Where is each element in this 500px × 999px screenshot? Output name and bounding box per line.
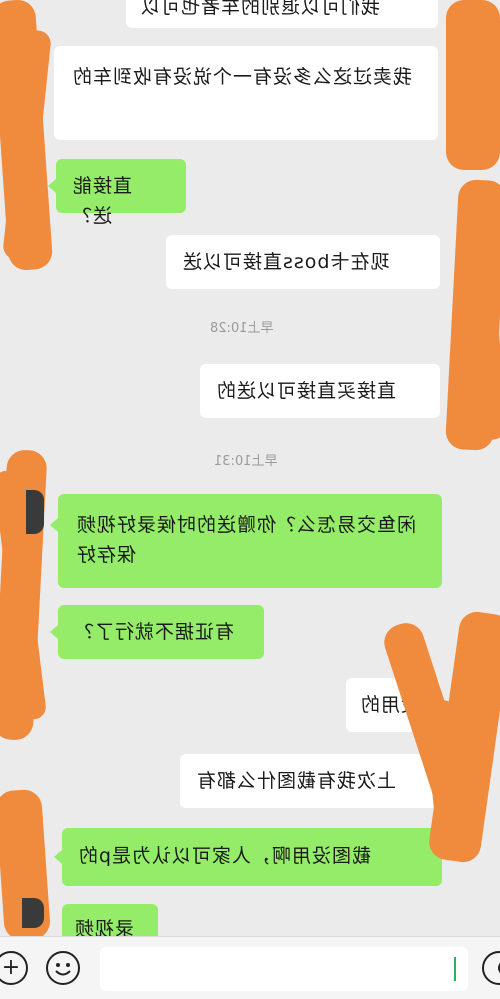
message-bubble: 我们可以退别的车者也可以 (126, 0, 438, 28)
avatar[interactable] (26, 490, 44, 534)
message-input[interactable] (100, 947, 468, 991)
avatar[interactable] (22, 898, 44, 928)
message-text: 闲鱼交易怎么？你赠送的时候录好视频保存好 (76, 514, 417, 566)
message-bubble: 截图没用啊，人家可以认为是p的 (54, 828, 442, 886)
message-bubble: 上次我有截图什么都有 (180, 754, 440, 808)
message-bubble: 我卖过这么多没有一个说没有收到车的 (54, 46, 438, 140)
message-text: 截图没用啊，人家可以认为是p的 (78, 845, 372, 867)
message-text: 现在卡boss直接可以送 (182, 251, 390, 273)
message-bubble: 直接买直接可以送的 (200, 364, 440, 418)
message-bubble: 闲鱼交易怎么？你赠送的时候录好视频保存好 (50, 494, 442, 588)
message-bubble: 现在卡boss直接可以送 (166, 235, 440, 289)
message-text: 上次我有截图什么都有 (196, 770, 397, 792)
message-bubble: 有证据不就行了？ (50, 605, 264, 659)
message-text: 直接买直接可以送的 (216, 380, 397, 402)
message-text: 直接能送？ (72, 175, 133, 227)
input-toolbar: + (0, 936, 500, 999)
message-text: 有证据不就行了？ (74, 621, 235, 643)
timestamp: 早上10:31 (214, 454, 278, 469)
message-text: 我们可以退别的车者也可以 (140, 0, 381, 18)
timestamp: 早上10:28 (210, 321, 274, 336)
message-bubble: 直接能送？ (48, 159, 186, 227)
smiley-face-icon[interactable] (46, 951, 80, 985)
text-caret (454, 957, 456, 981)
message-text: 我卖过这么多没有一个说没有收到车的 (72, 66, 413, 88)
plus-circle-icon[interactable]: + (0, 951, 28, 985)
voice-circle-icon[interactable] (482, 951, 500, 985)
